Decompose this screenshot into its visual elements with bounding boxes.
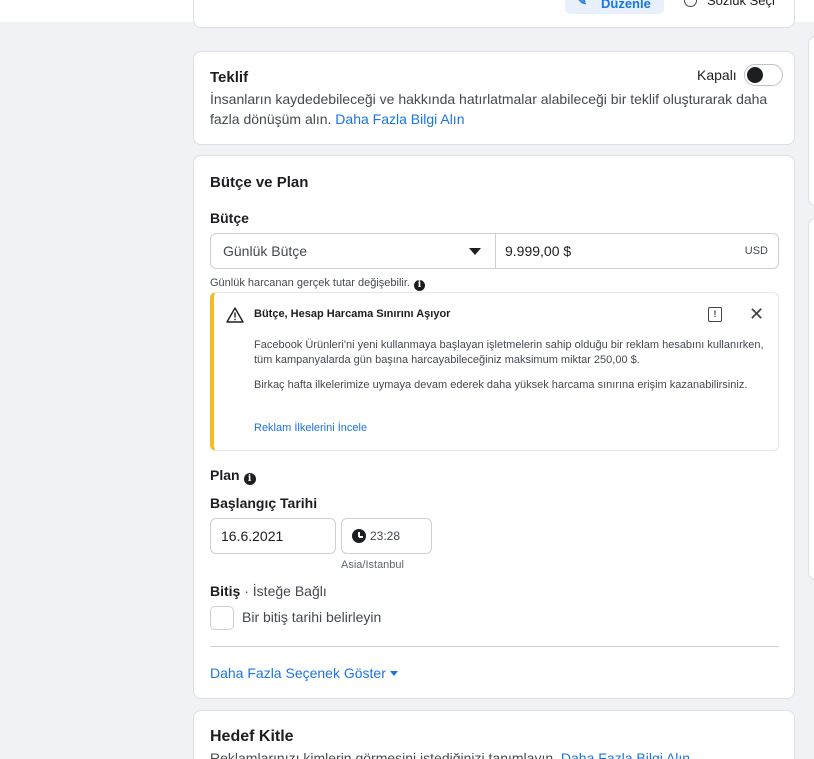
start-date-input[interactable]: 16.6.2021 <box>210 518 336 554</box>
warning-icon <box>226 307 244 323</box>
start-date-value: 16.6.2021 <box>221 528 284 544</box>
warning-box: Bütçe, Hesap Harcama Sınırını Aşıyor ! ✕… <box>210 292 779 451</box>
edit-button-label: Düzenle <box>601 0 651 11</box>
caret-down-icon <box>469 248 481 255</box>
info-icon[interactable]: i <box>413 280 425 291</box>
audience-card: Hedef Kitle Reklamlarınızı kimlerin görm… <box>193 710 795 759</box>
start-time-input[interactable]: 23:28 <box>341 518 432 554</box>
budget-amount-value: 9.999,00 $ <box>505 243 572 259</box>
warning-paragraph-1: Facebook Ürünleri'ni yeni kullanmaya baş… <box>254 339 764 366</box>
budget-type-select[interactable]: Günlük Bütçe <box>211 234 496 268</box>
offer-learn-more-link[interactable]: Daha Fazla Bilgi Alın <box>335 111 464 127</box>
toggle-knob <box>747 67 763 83</box>
show-more-options-text: Daha Fazla Seçenek Göster <box>210 665 386 681</box>
budget-label: Bütçe <box>210 210 249 226</box>
review-ad-policies-link[interactable]: Reklam İlkelerini İncele <box>254 422 367 434</box>
budget-plan-title: Bütçe ve Plan <box>210 174 309 191</box>
end-optional-text: · İsteğe Bağlı <box>244 583 327 599</box>
edit-button[interactable]: ✎ Düzenle <box>565 0 664 14</box>
top-right-menu[interactable]: Sözlük Seçi <box>684 0 775 8</box>
show-more-options-link[interactable]: Daha Fazla Seçenek Göster <box>210 665 398 681</box>
warning-paragraph-2: Birkaç hafta ilkelerimize uymaya devam e… <box>254 379 748 391</box>
offer-description: İnsanların kaydedebileceği ve hakkında h… <box>210 89 780 129</box>
end-date-label: Bitiş · İsteğe Bağlı <box>210 583 327 599</box>
end-label-text: Bitiş <box>210 583 241 599</box>
clock-icon <box>352 529 366 543</box>
end-date-checkbox[interactable] <box>210 606 234 630</box>
plan-label: Plan i <box>210 467 256 485</box>
budget-plan-card: Bütçe ve Plan Bütçe Günlük Bütçe 9.999,0… <box>193 155 795 699</box>
top-right-label: Sözlük Seçi <box>707 0 775 8</box>
plan-info-icon[interactable]: i <box>243 473 256 485</box>
circle-icon <box>684 0 697 7</box>
pencil-icon: ✎ <box>577 0 588 8</box>
offer-card: Teklif Kapalı İnsanların kaydedebileceği… <box>193 51 795 145</box>
audience-description-text: Reklamlarınızı kimlerin görmesini istedi… <box>210 750 558 759</box>
caret-down-icon <box>389 671 398 676</box>
start-time-value: 23:28 <box>370 529 401 543</box>
start-date-label: Başlangıç Tarihi <box>210 495 318 511</box>
report-icon[interactable]: ! <box>708 307 722 322</box>
currency-label: USD <box>744 245 768 257</box>
right-panel-top <box>808 36 814 206</box>
offer-description-text: İnsanların kaydedebileceği ve hakkında h… <box>210 91 768 127</box>
end-date-checkbox-label[interactable]: Bir bitiş tarihi belirleyin <box>242 609 381 625</box>
divider <box>210 646 779 647</box>
audience-learn-more-link[interactable]: Daha Fazla Bilgi Alın <box>561 750 690 759</box>
offer-title: Teklif <box>210 69 249 86</box>
budget-row: Günlük Bütçe 9.999,00 $ USD <box>210 233 779 269</box>
right-panel-bottom <box>808 218 814 580</box>
offer-toggle-label: Kapalı <box>697 67 737 83</box>
audience-title: Hedef Kitle <box>210 728 294 745</box>
budget-type-value: Günlük Bütçe <box>223 243 308 259</box>
timezone-label: Asia/Istanbul <box>341 559 404 571</box>
plan-label-text: Plan <box>210 467 240 483</box>
budget-hint: Günlük harcanan gerçek tutar değişebilir… <box>210 277 425 291</box>
warning-title: Bütçe, Hesap Harcama Sınırını Aşıyor <box>254 308 451 320</box>
close-icon[interactable]: ✕ <box>749 304 764 325</box>
budget-hint-text: Günlük harcanan gerçek tutar değişebilir… <box>210 277 410 289</box>
audience-description: Reklamlarınızı kimlerin görmesini istedi… <box>210 748 780 759</box>
budget-amount-input[interactable]: 9.999,00 $ USD <box>496 234 778 268</box>
offer-toggle[interactable] <box>744 64 783 86</box>
